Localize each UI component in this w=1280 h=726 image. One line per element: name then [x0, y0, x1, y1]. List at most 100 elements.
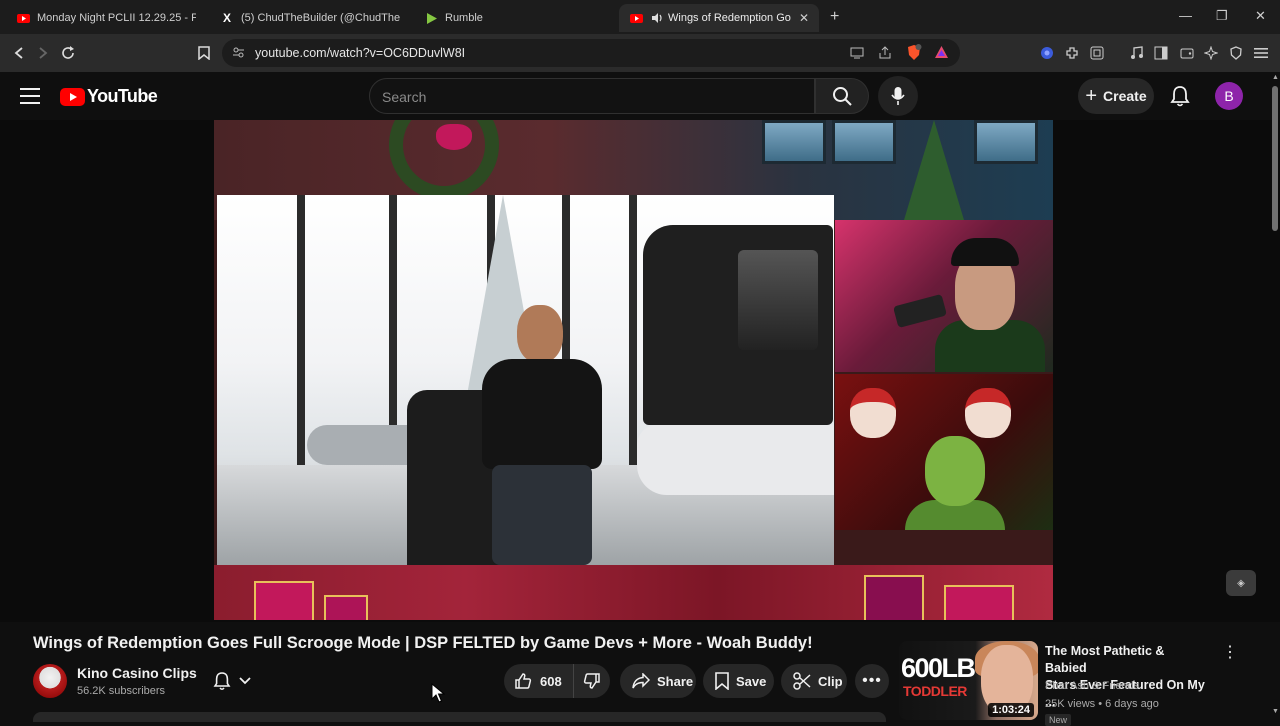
- search-icon: [833, 87, 852, 106]
- scroll-up-icon[interactable]: ▲: [1272, 74, 1279, 81]
- account-avatar[interactable]: B: [1215, 82, 1243, 110]
- new-tab-button[interactable]: +: [830, 8, 839, 26]
- media-icon[interactable]: [1129, 45, 1145, 61]
- share-page-icon[interactable]: [878, 46, 892, 64]
- address-bar[interactable]: youtube.com/watch?v=OC6DDuvlW8I: [222, 39, 960, 67]
- close-tab-icon[interactable]: ✕: [799, 11, 809, 25]
- create-button[interactable]: + Create: [1078, 78, 1154, 114]
- video-tv: [643, 225, 833, 425]
- cast-icon[interactable]: [850, 46, 864, 64]
- player-container: ◈: [0, 120, 1280, 622]
- youtube-logo-icon: [60, 87, 85, 106]
- vpn-shield-icon[interactable]: [1228, 45, 1244, 61]
- forward-icon[interactable]: [34, 44, 52, 62]
- tab-title: Monday Night PCLII 12.29.25 - Perry: [37, 12, 196, 24]
- tab-wings-of-redemption[interactable]: Wings of Redemption Goes F ✕: [619, 4, 819, 32]
- tab-title: (5) ChudTheBuilder (@ChudTheBuild: [241, 12, 400, 24]
- save-bookmark-icon: [715, 672, 729, 690]
- video-window: [762, 120, 826, 164]
- mouse-cursor-icon: [431, 683, 445, 703]
- video-gifts: [214, 565, 1053, 620]
- video-bow: [436, 124, 472, 150]
- scroll-down-icon[interactable]: ▼: [1272, 708, 1279, 715]
- site-settings-icon[interactable]: [232, 46, 245, 64]
- wallet-icon[interactable]: [1179, 45, 1195, 61]
- channel-name[interactable]: Kino Casino Clips: [77, 665, 197, 681]
- voice-search-button[interactable]: [878, 76, 918, 116]
- clip-button[interactable]: Clip: [781, 664, 847, 698]
- subscriber-count: 56.2K subscribers: [77, 685, 166, 697]
- back-icon[interactable]: [10, 44, 28, 62]
- url-text: youtube.com/watch?v=OC6DDuvlW8I: [255, 46, 466, 60]
- leo-ai-icon[interactable]: [1203, 45, 1219, 61]
- search-input[interactable]: [382, 87, 802, 107]
- tab-chudthebuilder[interactable]: X (5) ChudTheBuilder (@ChudTheBuild: [210, 4, 410, 32]
- new-badge: New: [1045, 714, 1072, 726]
- video-player[interactable]: [214, 120, 1053, 620]
- video-christmas-tree: [904, 120, 964, 220]
- dislike-button[interactable]: [574, 664, 610, 698]
- create-label: Create: [1103, 88, 1147, 104]
- youtube-logo-text: YouTube: [87, 86, 158, 106]
- recommendation-meta: 25K views • 6 days ago: [1045, 698, 1159, 710]
- browser-tab-bar: Monday Night PCLII 12.29.25 - Perry X (5…: [0, 0, 1280, 34]
- chevron-down-icon: [239, 677, 251, 685]
- rumble-icon: [424, 11, 438, 25]
- speaker-icon[interactable]: [650, 11, 664, 25]
- video-window-frame: [297, 195, 305, 465]
- brave-shields-icon[interactable]: [906, 44, 922, 66]
- extensions-icon[interactable]: [1064, 45, 1080, 61]
- restore-icon[interactable]: ❐: [1216, 8, 1228, 24]
- tab-title: Rumble: [445, 12, 483, 24]
- tab-capture-icon[interactable]: [1089, 45, 1105, 61]
- page-scrollbar[interactable]: ▲ ▼: [1270, 72, 1280, 720]
- brave-rewards-icon[interactable]: [934, 45, 949, 64]
- x-icon: X: [222, 11, 231, 25]
- thumbnail-text: 600LB: [901, 653, 976, 683]
- share-button[interactable]: Share: [620, 664, 696, 698]
- video-host-cam: [835, 220, 1053, 372]
- like-count: 608: [540, 673, 562, 689]
- browser-menu-icon[interactable]: [1253, 45, 1269, 61]
- tab-monday-night[interactable]: Monday Night PCLII 12.29.25 - Perry: [6, 4, 206, 32]
- channel-avatar[interactable]: [33, 664, 67, 698]
- thumbnail-subtext: TODDLER: [903, 683, 967, 699]
- bell-icon: [213, 672, 231, 690]
- video-title: Wings of Redemption Goes Full Scrooge Mo…: [33, 634, 813, 652]
- more-actions-button[interactable]: •••: [855, 664, 889, 698]
- youtube-icon: [16, 11, 30, 25]
- search-box: [369, 78, 815, 114]
- miniplayer-icon[interactable]: ◈: [1226, 570, 1256, 596]
- reload-icon[interactable]: [59, 44, 77, 62]
- youtube-logo[interactable]: YouTube: [60, 86, 158, 107]
- search-button[interactable]: [815, 78, 869, 114]
- like-button[interactable]: 608: [504, 664, 574, 698]
- recommendation-channel[interactable]: Phat Ash & Friends: [1045, 680, 1139, 692]
- video-console: [637, 425, 834, 495]
- browser-toolbar: youtube.com/watch?v=OC6DDuvlW8I: [0, 34, 1280, 72]
- recommendation-thumbnail[interactable]: 600LB TODDLER 1:03:24: [899, 641, 1038, 720]
- description-box[interactable]: [33, 712, 886, 722]
- tab-rumble[interactable]: Rumble: [414, 4, 614, 32]
- vpn-icon[interactable]: [1039, 45, 1055, 61]
- notifications-icon[interactable]: [1170, 85, 1190, 112]
- bookmark-icon[interactable]: [195, 44, 213, 62]
- subscription-bell-button[interactable]: [201, 664, 263, 698]
- tab-title: Wings of Redemption Goes F: [668, 12, 791, 24]
- youtube-icon: [629, 11, 643, 25]
- share-label: Share: [657, 673, 694, 689]
- clip-label: Clip: [818, 673, 843, 689]
- like-dislike-group: 608: [504, 664, 610, 698]
- scrollbar-thumb[interactable]: [1272, 86, 1278, 231]
- minimize-icon[interactable]: —: [1179, 8, 1192, 23]
- close-window-icon[interactable]: ✕: [1255, 8, 1266, 24]
- video-santa-cam: [835, 374, 1053, 530]
- recommendation-menu-icon[interactable]: ⋮: [1222, 642, 1238, 662]
- sidebar-icon[interactable]: [1153, 45, 1169, 61]
- guide-menu-icon[interactable]: [20, 88, 40, 104]
- microphone-icon: [891, 87, 905, 105]
- video-person: [482, 305, 602, 565]
- video-main-feed: [217, 195, 834, 565]
- save-button[interactable]: Save: [703, 664, 774, 698]
- video-duration: 1:03:24: [988, 703, 1034, 717]
